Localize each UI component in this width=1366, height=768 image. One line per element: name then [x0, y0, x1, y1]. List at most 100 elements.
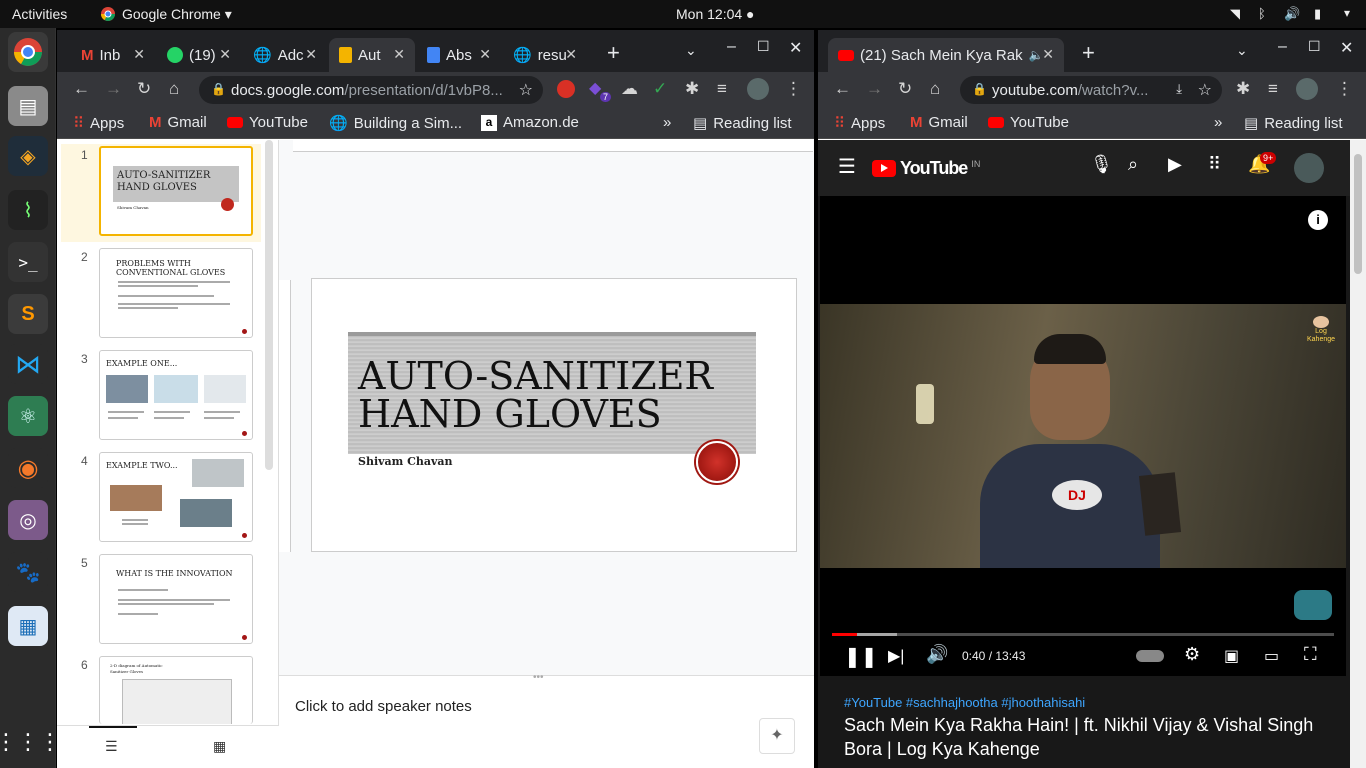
address-bar[interactable]: 🔒 docs.google.com/presentation/d/1vbP8..…	[199, 76, 543, 104]
bluetooth-icon[interactable]: ᛒ	[1258, 6, 1266, 21]
file-manager-icon[interactable]: ▤	[8, 86, 48, 126]
tab-gmail[interactable]: M Inb ✕	[71, 38, 155, 72]
install-app-icon[interactable]: ⤓	[1176, 81, 1182, 97]
document-viewer-icon[interactable]: ▦	[8, 606, 48, 646]
next-icon[interactable]: ▶|	[888, 646, 904, 666]
vscode-icon[interactable]: ⋈	[8, 344, 48, 384]
activities-button[interactable]: Activities	[12, 6, 67, 22]
video-player[interactable]: i DJ Log Kahenge ❚❚ ▶| 🔊 0:40 / 13:43 ⚙	[820, 196, 1346, 676]
bookmark-gmail[interactable]: M Gmail	[910, 114, 968, 131]
address-bar[interactable]: 🔒 youtube.com/watch?v... ⤓ ☆	[960, 76, 1222, 104]
cloud-extension-icon[interactable]: ☁	[621, 79, 638, 99]
progress-bar[interactable]	[832, 633, 1334, 636]
page-scrollbar[interactable]	[1350, 140, 1366, 768]
bookmark-building[interactable]: 🌐 Building a Sim...	[329, 114, 462, 133]
microphone-icon[interactable]: 🎙	[1090, 154, 1113, 175]
volume-icon[interactable]: 🔊	[1284, 6, 1300, 22]
slide-thumb-6[interactable]: 2-D diagram of Automatic Sanitizer Glove…	[99, 656, 253, 724]
channel-avatar-overlay[interactable]	[1294, 590, 1332, 620]
back-icon[interactable]: ←	[834, 79, 851, 99]
pause-icon[interactable]: ❚❚	[844, 644, 878, 669]
profile-avatar[interactable]	[747, 78, 769, 100]
close-icon[interactable]: ✕	[565, 46, 577, 63]
bookmark-star-icon[interactable]: ☆	[1198, 80, 1212, 100]
filmstrip-scrollbar[interactable]	[265, 140, 273, 470]
bookmark-apps[interactable]: ⠿ Apps	[834, 114, 885, 133]
explore-button[interactable]: ✦	[759, 718, 795, 754]
forward-icon[interactable]: →	[866, 79, 883, 99]
miniplayer-icon[interactable]: ▣	[1224, 646, 1239, 666]
clock[interactable]: Mon 12:04 ●	[676, 6, 755, 22]
virtualbox-icon[interactable]: ◈	[8, 136, 48, 176]
media-control-icon[interactable]: ≡	[1268, 79, 1278, 99]
adblock-extension-icon[interactable]	[557, 80, 575, 98]
blender-icon[interactable]: ◉	[8, 448, 48, 488]
maximize-button[interactable]: ☐	[1308, 38, 1321, 55]
reload-icon[interactable]: ↻	[137, 79, 151, 99]
reload-icon[interactable]: ↻	[898, 79, 912, 99]
bookmarks-overflow-icon[interactable]: »	[663, 114, 671, 131]
wifi-icon[interactable]: ◥	[1230, 6, 1240, 22]
create-video-icon[interactable]: ▶	[1168, 154, 1182, 175]
bookmark-star-icon[interactable]: ☆	[519, 80, 533, 100]
new-tab-button[interactable]: +	[607, 40, 620, 66]
sublime-text-icon[interactable]: S	[8, 294, 48, 334]
apps-grid-icon[interactable]: ⠿	[1208, 154, 1221, 175]
back-icon[interactable]: ←	[73, 79, 90, 99]
hamburger-menu-icon[interactable]: ☰	[838, 154, 856, 179]
autoplay-toggle[interactable]	[1136, 650, 1164, 662]
webcam-icon[interactable]: ◎	[8, 500, 48, 540]
close-window-button[interactable]: ✕	[1340, 38, 1353, 58]
theater-mode-icon[interactable]: ▭	[1264, 646, 1279, 666]
account-avatar[interactable]	[1294, 153, 1324, 183]
youtube-logo[interactable]: YouTube IN	[872, 158, 980, 179]
slide-thumb-1[interactable]: AUTO-SANITIZER HAND GLOVES Shivam Chavan	[99, 146, 253, 236]
video-hashtags[interactable]: #YouTube #sachhajhootha #jhoothahisahi	[844, 695, 1085, 710]
resize-handle-icon[interactable]: •••	[533, 672, 544, 683]
slide-thumb-5[interactable]: WHAT IS THE INNOVATION	[99, 554, 253, 644]
media-control-icon[interactable]: ≡	[717, 79, 727, 99]
maximize-button[interactable]: ☐	[757, 38, 770, 55]
speaker-notes-input[interactable]: Click to add speaker notes	[295, 698, 472, 715]
extensions-puzzle-icon[interactable]: ✱	[685, 79, 699, 99]
reading-list-button[interactable]: ▤ Reading list	[1244, 114, 1343, 133]
tab-whatsapp[interactable]: (19) ✕	[157, 38, 241, 72]
check-extension-icon[interactable]: ✓	[653, 79, 667, 99]
main-slide[interactable]: AUTO-SANITIZER HAND GLOVES Shivam Chavan	[311, 278, 797, 552]
menu-kebab-icon[interactable]: ⋮	[1336, 79, 1353, 99]
slide-thumb-4[interactable]: EXAMPLE TWO...	[99, 452, 253, 542]
terminal-icon[interactable]: >_	[8, 242, 48, 282]
gimp-icon[interactable]: 🐾	[8, 552, 48, 592]
home-icon[interactable]: ⌂	[169, 79, 179, 99]
slide-thumb-2[interactable]: PROBLEMS WITH CONVENTIONAL GLOVES	[99, 248, 253, 338]
close-icon[interactable]: ✕	[133, 46, 145, 63]
bookmark-youtube[interactable]: YouTube	[227, 114, 308, 131]
fullscreen-icon[interactable]: ⛶	[1304, 644, 1317, 665]
tab-resu[interactable]: 🌐 resu ✕	[503, 38, 587, 72]
minimize-button[interactable]: –	[1278, 38, 1287, 56]
settings-gear-icon[interactable]: ⚙	[1184, 644, 1200, 665]
system-menu-icon[interactable]: ▾	[1344, 6, 1350, 20]
tab-search-icon[interactable]: ⌄	[1236, 42, 1248, 59]
chrome-dock-icon[interactable]	[8, 32, 48, 72]
battery-icon[interactable]: ▮	[1314, 6, 1321, 22]
forward-icon[interactable]: →	[105, 79, 122, 99]
system-monitor-icon[interactable]: ⌇	[8, 190, 48, 230]
close-window-button[interactable]: ✕	[789, 38, 802, 58]
info-icon[interactable]: i	[1308, 210, 1328, 230]
main-slide-author[interactable]: Shivam Chavan	[358, 455, 453, 468]
video-frame[interactable]: DJ Log Kahenge	[820, 304, 1346, 568]
bookmarks-overflow-icon[interactable]: »	[1214, 114, 1222, 131]
app-menu[interactable]: Google Chrome ▾	[122, 6, 232, 23]
close-icon[interactable]: ✕	[1042, 46, 1054, 63]
reading-list-button[interactable]: ▤ Reading list	[693, 114, 792, 133]
close-icon[interactable]: ✕	[393, 46, 405, 63]
tab-search-icon[interactable]: ⌄	[685, 42, 697, 59]
bookmark-youtube[interactable]: YouTube	[988, 114, 1069, 131]
filmstrip-view-icon[interactable]: ☰	[105, 738, 118, 755]
tab-docs[interactable]: Abs ✕	[417, 38, 501, 72]
profile-avatar[interactable]	[1296, 78, 1318, 100]
search-icon[interactable]: ⌕	[1128, 154, 1138, 175]
tab-youtube[interactable]: (21) Sach Mein Kya Rak 🔈 ✕	[828, 38, 1064, 72]
tab-adc[interactable]: 🌐 Adc ✕	[243, 38, 327, 72]
